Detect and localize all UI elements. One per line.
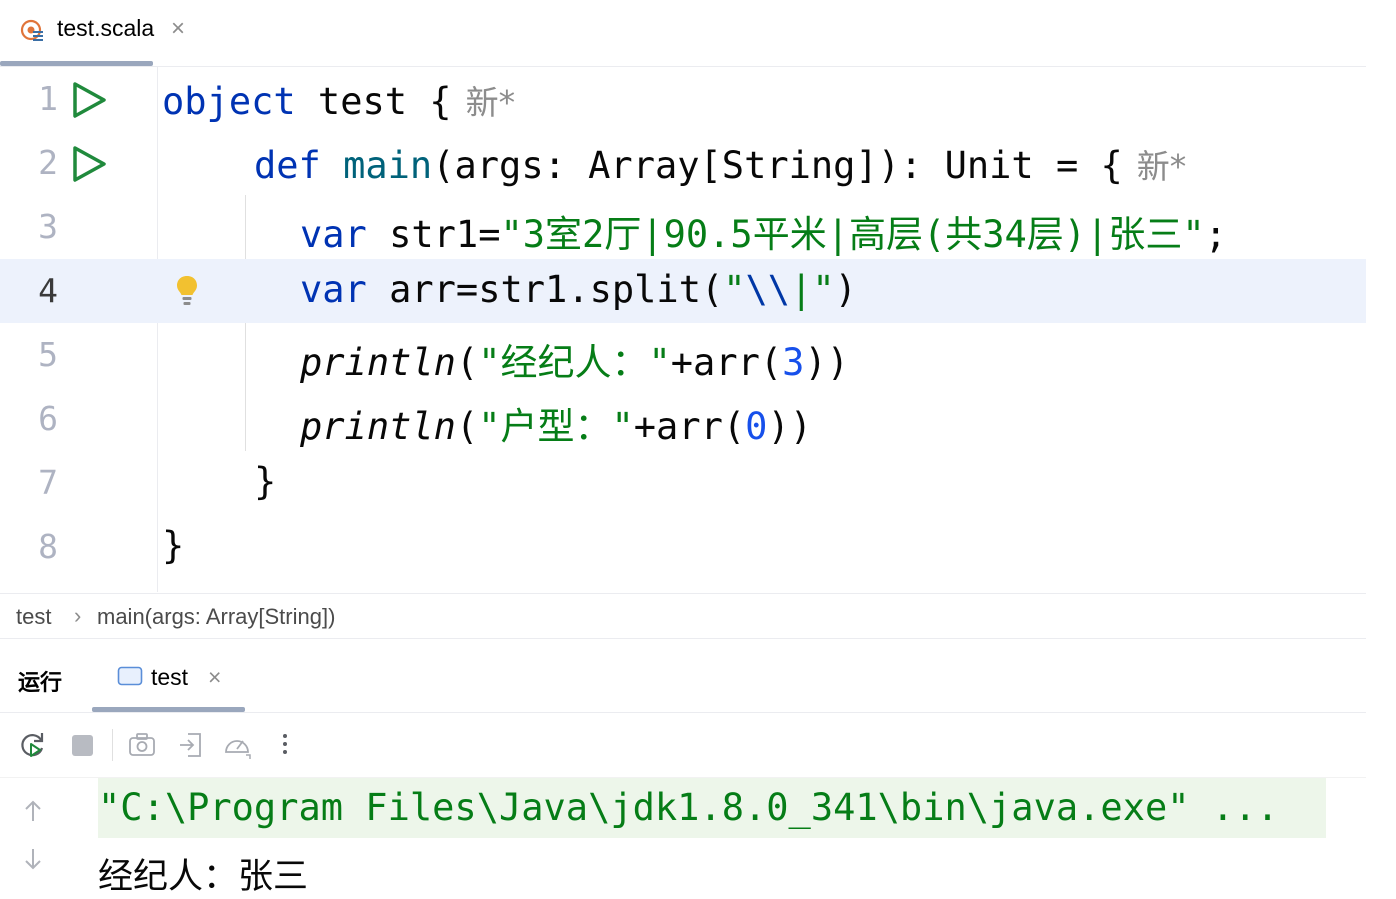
scala-file-icon [20, 19, 43, 41]
code-text: } [162, 524, 185, 567]
line-number: 5 [38, 335, 58, 374]
stop-icon[interactable] [68, 730, 98, 760]
run-window-header: 运行 test × [0, 639, 1366, 713]
camera-icon[interactable] [127, 730, 157, 760]
speedometer-icon[interactable] [222, 730, 252, 760]
breadcrumb-item-main[interactable]: main(args: Array[String]) [97, 604, 335, 630]
arrow-down-icon[interactable] [18, 844, 48, 874]
arrow-up-icon[interactable] [18, 796, 48, 826]
breadcrumb-separator: › [74, 603, 82, 628]
tab-filename: test.scala [57, 15, 155, 41]
code-text: def main(args: Array[String]): Unit = {新… [254, 144, 1187, 187]
run-icon[interactable] [70, 81, 108, 119]
rerun-icon[interactable] [18, 730, 48, 760]
code-editor[interactable]: 1 object test {新* 2 def main(args: Array… [0, 67, 1366, 592]
lightbulb-icon[interactable] [174, 274, 200, 308]
line-number: 7 [38, 463, 58, 502]
code-text: } [254, 460, 277, 503]
close-run-tab-icon[interactable]: × [208, 664, 221, 691]
code-line[interactable]: 3 var str1="3室2厅|90.5平米|高层(共34层)|张三"; [0, 195, 1366, 259]
run-window-title: 运行 [18, 670, 63, 695]
code-line[interactable]: 1 object test {新* [0, 67, 1366, 131]
console-side-toolbar [0, 778, 68, 895]
console-output[interactable]: "C:\Program Files\Java\jdk1.8.0_341\bin\… [0, 778, 1366, 897]
inlay-hint-author: 新* [1136, 147, 1187, 186]
line-number: 1 [38, 79, 58, 118]
code-line[interactable]: 5 println("经纪人："+arr(3)) [0, 323, 1366, 387]
line-number: 4 [38, 271, 58, 310]
more-vertical-icon[interactable] [270, 730, 300, 760]
editor-tab-test-scala[interactable]: test.scala [0, 0, 155, 66]
active-tab-indicator [0, 61, 153, 66]
line-number: 6 [38, 399, 58, 438]
code-text: println("经纪人："+arr(3)) [300, 341, 850, 384]
toolbar-separator [112, 729, 113, 761]
code-line[interactable]: 2 def main(args: Array[String]): Unit = … [0, 131, 1366, 195]
console-command-line: "C:\Program Files\Java\jdk1.8.0_341\bin\… [98, 778, 1326, 838]
line-number: 8 [38, 527, 58, 566]
exit-icon[interactable] [176, 730, 206, 760]
run-tab-test[interactable]: test × [92, 639, 245, 712]
inlay-hint-author: 新* [465, 83, 516, 122]
code-text: var arr=str1.split("\\|") [300, 268, 857, 311]
code-text: println("户型："+arr(0)) [300, 405, 813, 448]
console-output-line: 经纪人：张三 [98, 857, 309, 897]
breadcrumb: test › main(args: Array[String]) [0, 593, 1366, 638]
run-toolbar [0, 713, 1366, 778]
code-line[interactable]: 7 } [0, 451, 1366, 515]
active-tab-indicator [92, 707, 245, 712]
code-text: object test {新* [162, 80, 516, 123]
code-line[interactable]: 6 println("户型："+arr(0)) [0, 387, 1366, 451]
run-tab-label: test [151, 664, 189, 690]
line-number: 3 [38, 207, 58, 246]
breadcrumb-item-test[interactable]: test [16, 604, 51, 630]
run-icon[interactable] [70, 145, 108, 183]
run-tool-window: 运行 test × "C:\Program Files\Java\jdk1.8.… [0, 638, 1366, 897]
close-tab-icon[interactable]: × [171, 15, 185, 43]
line-number: 2 [38, 143, 58, 182]
code-text: var str1="3室2厅|90.5平米|高层(共34层)|张三"; [300, 213, 1227, 256]
console-icon [117, 666, 143, 686]
editor-tab-bar: test.scala × [0, 0, 1366, 67]
code-line-current[interactable]: 4 var arr=str1.split("\\|") [0, 259, 1366, 323]
code-line[interactable]: 8 } [0, 515, 1366, 579]
